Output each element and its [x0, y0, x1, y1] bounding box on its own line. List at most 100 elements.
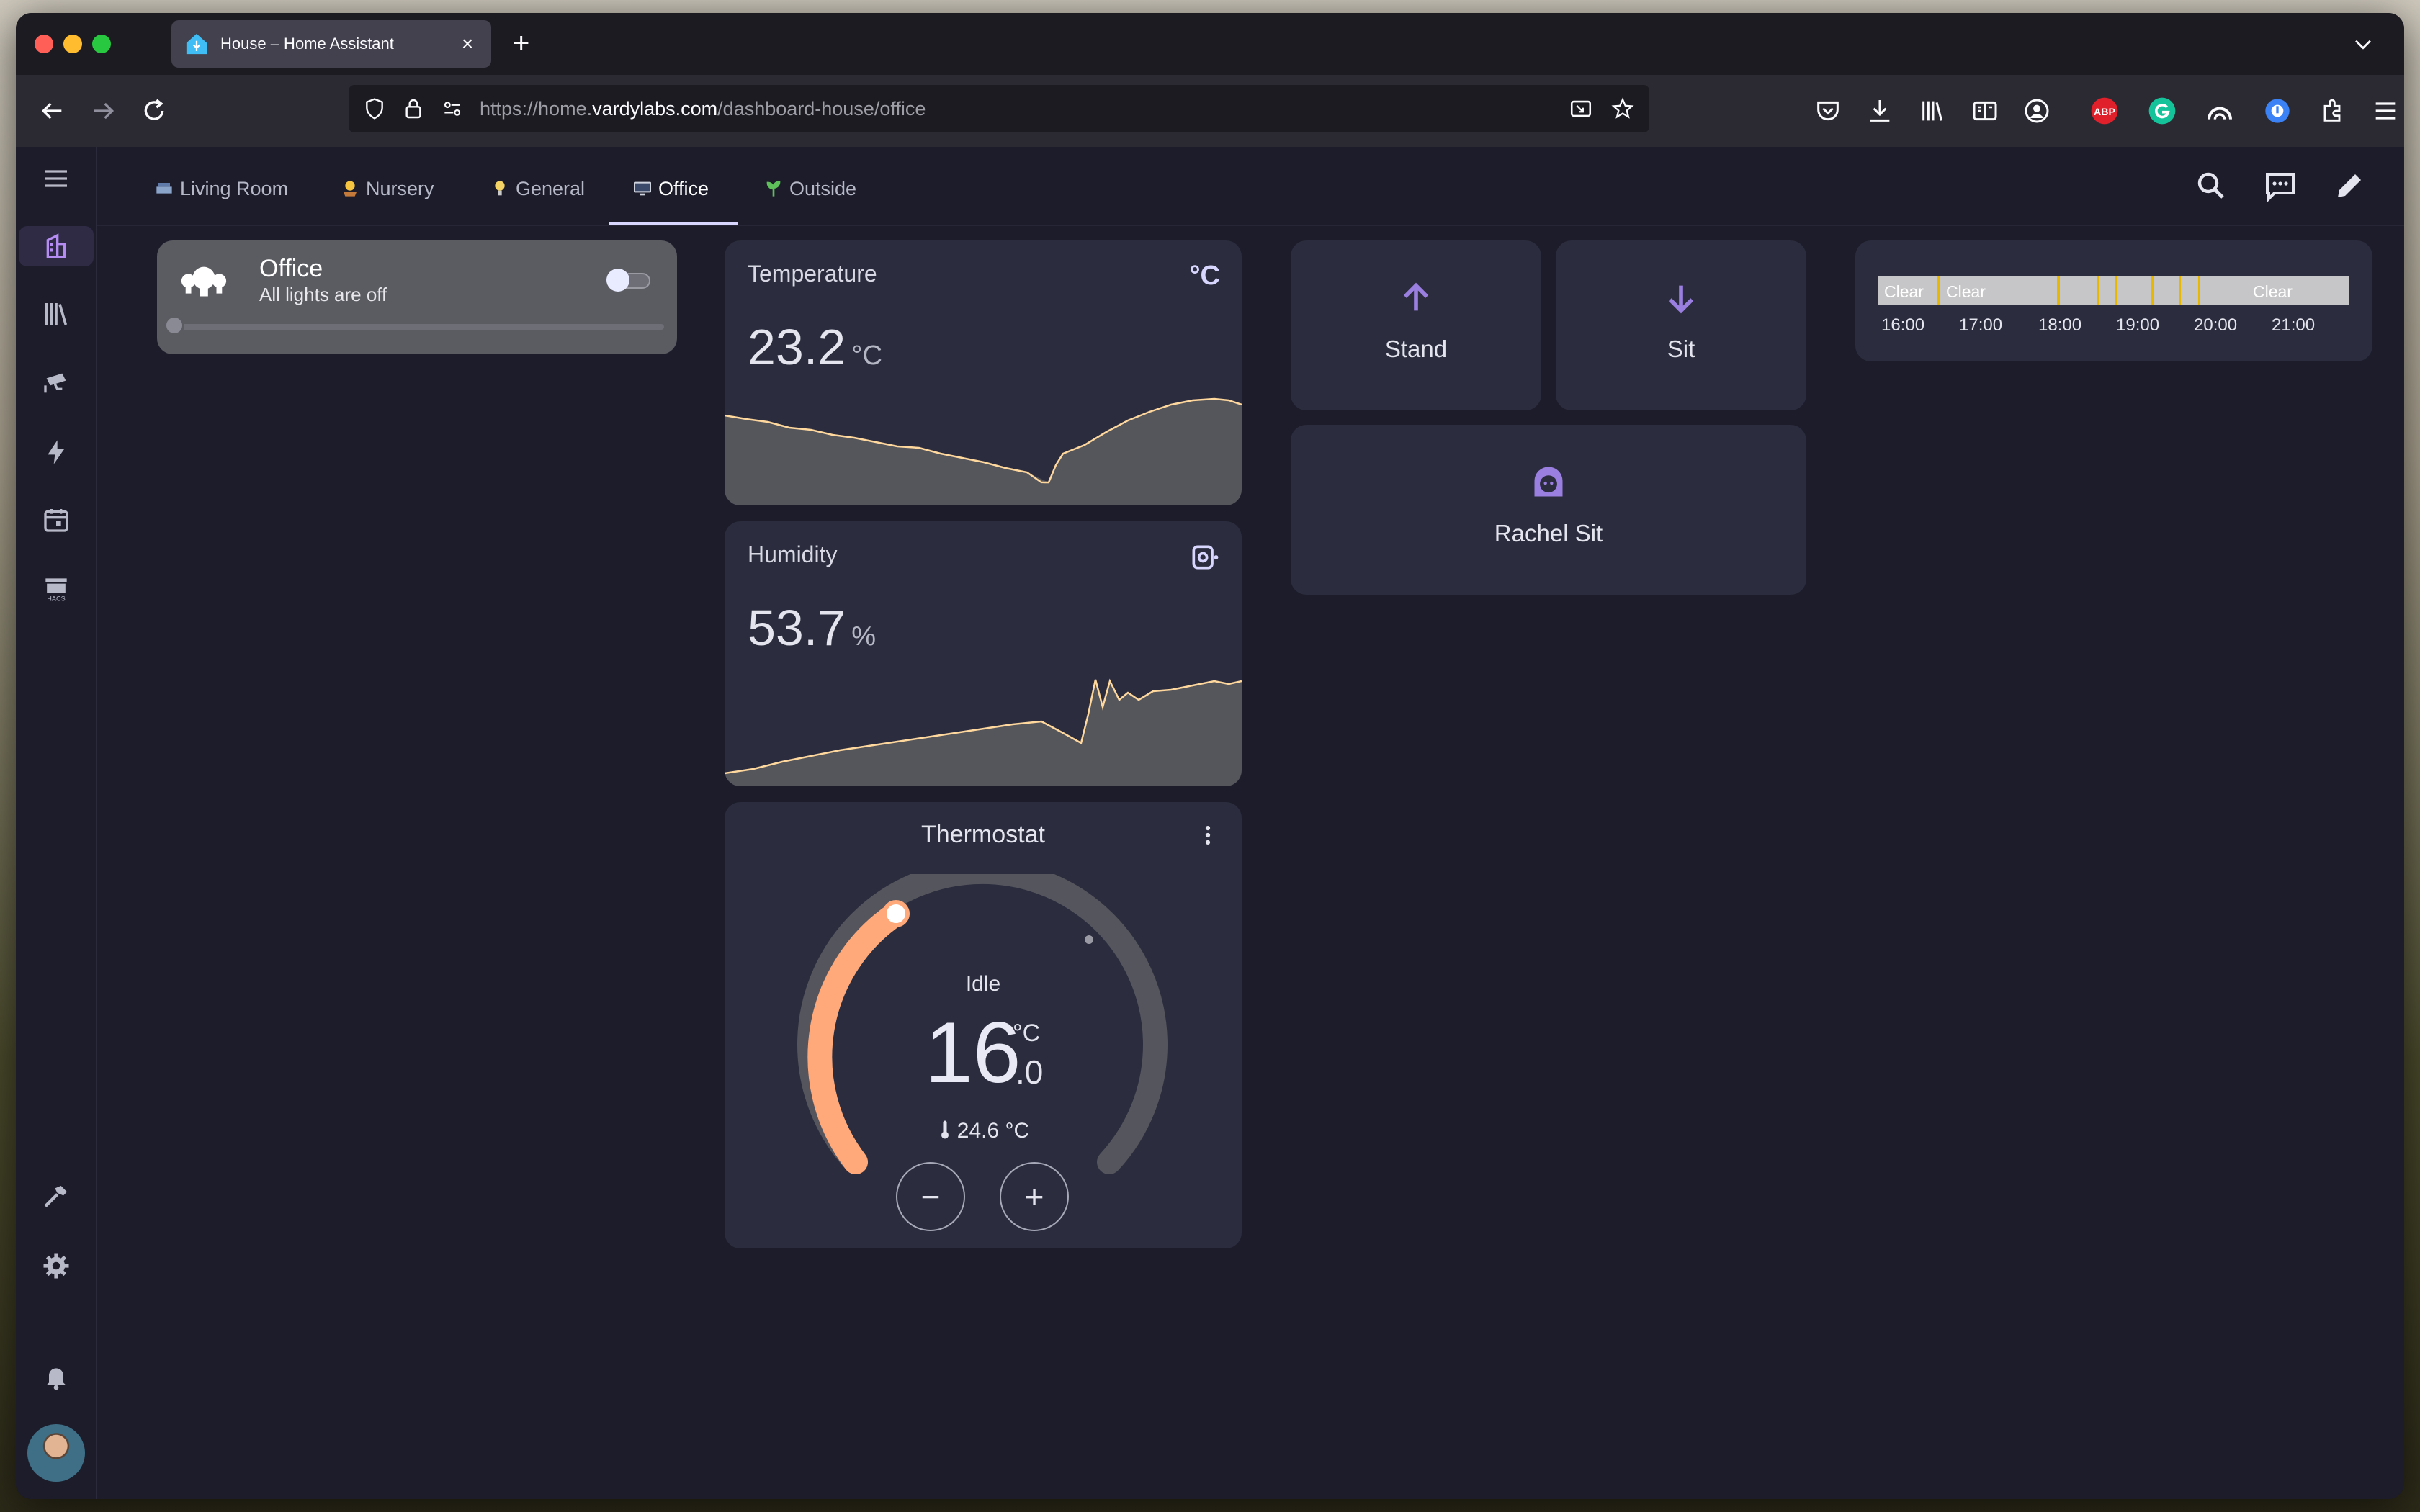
back-arrow-icon[interactable] [37, 96, 66, 125]
rachel-sit-button[interactable]: Rachel Sit [1291, 425, 1806, 595]
gear-icon [43, 1253, 69, 1279]
humidity-unit: % [851, 621, 877, 652]
hacs-icon: HACS [45, 578, 67, 603]
desktop-icon [634, 181, 651, 196]
thermostat-card[interactable]: Thermostat Idle 16 °C .0 24.6 °C − + [725, 802, 1242, 1248]
lock-icon[interactable] [402, 97, 425, 120]
bulb-icon [495, 181, 505, 196]
address-bar[interactable]: https://home.vardylabs.com/dashboard-hou… [349, 85, 1649, 132]
minimize-window-button[interactable] [63, 35, 82, 53]
pocket-icon[interactable] [1814, 96, 1842, 125]
decrease-temperature-button[interactable]: − [896, 1162, 965, 1231]
picture-in-picture-icon[interactable] [1569, 96, 1593, 121]
sidebar-item-media[interactable] [36, 294, 76, 334]
menu-icon[interactable] [42, 164, 71, 193]
tab-living-room[interactable]: Living Room [153, 174, 288, 203]
increase-temperature-button[interactable]: + [1000, 1162, 1069, 1231]
weather-history-card[interactable]: Clear Clear Clear 16:00 17:00 18:00 19:0… [1855, 240, 2372, 361]
user-avatar[interactable] [27, 1424, 85, 1482]
svg-text:HACS: HACS [47, 595, 65, 603]
humidity-value: 53.7% [748, 599, 876, 657]
lights-toggle[interactable] [604, 266, 654, 294]
browser-window: House – Home Assistant × + https://home.… [16, 13, 2404, 1499]
sidebar-item-settings[interactable] [36, 1246, 76, 1286]
temperature-value: 23.2 °C [748, 318, 882, 376]
sensor-title: Temperature [748, 261, 877, 287]
edit-pencil-icon[interactable] [2332, 168, 2367, 203]
sidebar-item-dashboard[interactable] [19, 226, 94, 266]
bookmark-star-icon[interactable] [1610, 96, 1635, 121]
timeline-marker [2179, 276, 2181, 305]
tab-label: Living Room [180, 177, 289, 199]
tab-nursery[interactable]: Nursery [339, 174, 434, 203]
adblock-icon[interactable]: ABP [2090, 96, 2119, 125]
sidebar-item-cameras[interactable] [36, 363, 76, 403]
lightning-icon [48, 440, 65, 464]
password-manager-icon[interactable] [2263, 96, 2292, 125]
extension-arc-icon[interactable] [2205, 96, 2234, 125]
face-woman-icon [1534, 467, 1563, 497]
browser-tab[interactable]: House – Home Assistant × [171, 20, 491, 68]
lights-state: All lights are off [259, 284, 387, 305]
home-city-icon [46, 233, 66, 258]
tab-outside[interactable]: Outside [762, 174, 856, 203]
fullscreen-window-button[interactable] [92, 35, 111, 53]
timeline-marker [2198, 276, 2200, 305]
timeline-marker [1937, 276, 1940, 305]
search-icon[interactable] [2194, 168, 2228, 203]
home-assistant-icon [186, 33, 207, 55]
download-icon[interactable] [1865, 96, 1894, 125]
button-label: Sit [1667, 336, 1695, 362]
desk-stand-button[interactable]: Stand [1291, 240, 1541, 410]
library-toolbar-icon[interactable] [1919, 96, 1948, 125]
bell-icon [46, 1368, 66, 1390]
assist-chat-icon[interactable] [2263, 168, 2298, 203]
tab-office[interactable]: Office [631, 174, 709, 203]
library-icon [45, 303, 68, 325]
permissions-icon[interactable] [441, 97, 464, 120]
close-window-button[interactable] [35, 35, 53, 53]
shield-icon[interactable] [363, 97, 386, 120]
sidebar-item-hacs[interactable]: HACS [36, 569, 76, 609]
grammarly-icon[interactable] [2148, 96, 2177, 125]
temperature-sensor-card[interactable]: Temperature °C 23.2 °C [725, 240, 1242, 505]
url-path: /dashboard-house/office [717, 97, 926, 120]
tab-label: Office [658, 177, 709, 199]
url-text[interactable]: https://home.vardylabs.com/dashboard-hou… [480, 98, 1551, 120]
reader-view-icon[interactable] [1971, 96, 1999, 125]
extensions-puzzle-icon[interactable] [2318, 96, 2347, 125]
office-lights-card[interactable]: Office All lights are off [157, 240, 677, 354]
app-menu-icon[interactable] [2371, 96, 2400, 125]
tab-label: Outside [789, 177, 857, 199]
forward-arrow-icon[interactable] [89, 96, 118, 125]
arrow-down-icon [1668, 285, 1694, 314]
more-options-icon[interactable] [1196, 821, 1220, 850]
sensor-title: Humidity [748, 541, 838, 567]
humidity-graph [725, 678, 1242, 786]
humidity-sensor-card[interactable]: Humidity 53.7% [725, 521, 1242, 786]
sidebar-item-notifications[interactable] [36, 1356, 76, 1397]
url-scheme: https://home. [480, 97, 593, 120]
button-label: Stand [1384, 336, 1448, 362]
sidebar-item-developer-tools[interactable] [36, 1176, 76, 1217]
target-temperature-unit: °C [1013, 1020, 1041, 1047]
close-tab-icon[interactable]: × [457, 32, 478, 55]
sidebar-item-calendar[interactable] [36, 500, 76, 540]
tab-label: General [516, 177, 586, 199]
chevron-down-icon[interactable] [2351, 32, 2375, 56]
new-tab-button[interactable]: + [513, 27, 529, 59]
tab-label: Nursery [366, 177, 434, 199]
desk-sit-button[interactable]: Sit [1556, 240, 1806, 410]
account-icon[interactable] [2022, 96, 2051, 125]
reload-icon[interactable] [140, 96, 169, 125]
tab-general[interactable]: General [488, 174, 585, 203]
timeline-time-label: 20:00 [2194, 315, 2238, 335]
sidebar-item-energy[interactable] [36, 432, 76, 472]
temperature-unit: °C [851, 341, 882, 371]
sidebar: HACS [16, 147, 97, 1499]
timeline-time-label: 19:00 [2116, 315, 2160, 335]
calendar-icon [44, 509, 68, 532]
tab-title: House – Home Assistant [220, 35, 394, 53]
brightness-slider[interactable] [170, 324, 664, 330]
brightness-slider-handle[interactable] [164, 315, 184, 336]
